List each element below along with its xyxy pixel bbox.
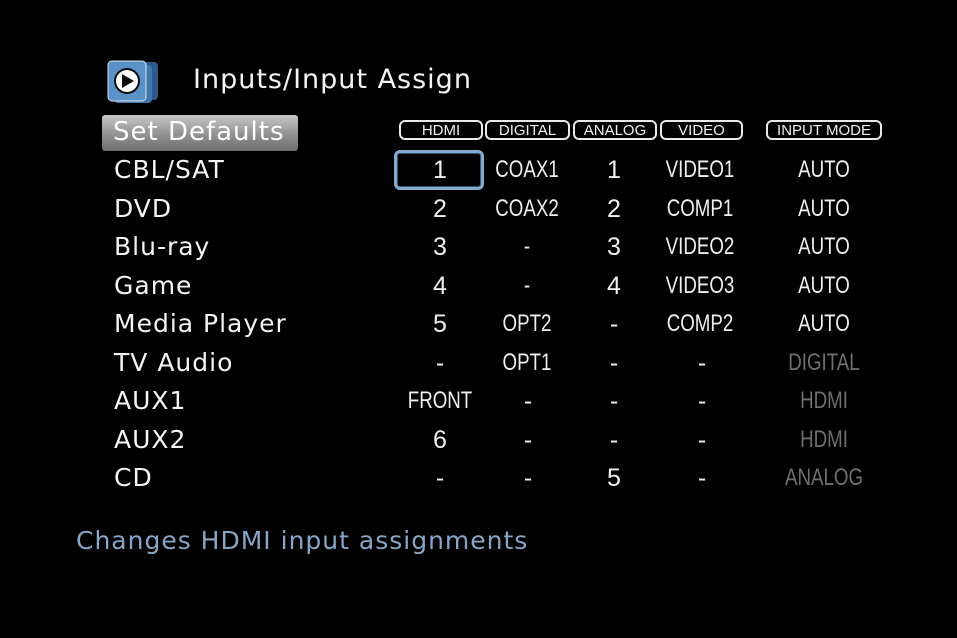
cell-cd-input-mode: ANALOG bbox=[784, 464, 864, 491]
cell-cbl-sat-input-mode[interactable]: AUTO bbox=[777, 155, 871, 185]
cell-aux1-input-mode: HDMI bbox=[800, 387, 848, 414]
cell-dvd-input-mode[interactable]: AUTO bbox=[777, 194, 871, 224]
cell-game-video[interactable]: VIDEO3 bbox=[665, 271, 735, 301]
cell-aux1-video[interactable]: - bbox=[660, 386, 744, 416]
cell-cd-hdmi[interactable]: - bbox=[400, 463, 480, 493]
row-label-cd[interactable]: CD bbox=[114, 463, 153, 493]
cell-aux2-analog[interactable]: - bbox=[572, 425, 656, 455]
column-header-input-mode: INPUT MODE bbox=[766, 120, 882, 140]
cell-media-player-hdmi[interactable]: 5 bbox=[400, 309, 480, 339]
cell-dvd-digital[interactable]: COAX2 bbox=[493, 194, 562, 224]
column-header-analog: ANALOG bbox=[573, 120, 657, 140]
cell-media-player-video[interactable]: COMP2 bbox=[665, 309, 735, 339]
cell-aux2-input-mode: HDMI bbox=[800, 426, 848, 453]
cell-game-input-mode[interactable]: AUTO bbox=[777, 271, 871, 301]
cell-aux1-hdmi[interactable]: FRONT bbox=[405, 386, 475, 416]
cell-game-analog[interactable]: 4 bbox=[572, 271, 656, 301]
cell-aux1-analog[interactable]: - bbox=[572, 386, 656, 416]
cell-aux2-hdmi[interactable]: 6 bbox=[400, 425, 480, 455]
cell-dvd-analog[interactable]: 2 bbox=[572, 194, 656, 224]
cell-dvd-video[interactable]: COMP1 bbox=[665, 194, 735, 224]
cell-game-digital[interactable]: - bbox=[493, 271, 562, 301]
cell-tv-audio-analog[interactable]: - bbox=[572, 348, 656, 378]
cell-game-hdmi[interactable]: 4 bbox=[400, 271, 480, 301]
cell-tv-audio-digital[interactable]: OPT1 bbox=[493, 348, 562, 378]
cell-aux2-video[interactable]: - bbox=[660, 425, 744, 455]
cell-cd-video[interactable]: - bbox=[660, 463, 744, 493]
cell-tv-audio-video[interactable]: - bbox=[660, 348, 744, 378]
cell-dvd-hdmi[interactable]: 2 bbox=[400, 194, 480, 224]
row-label-aux2[interactable]: AUX2 bbox=[114, 425, 186, 455]
cell-media-player-input-mode[interactable]: AUTO bbox=[777, 309, 871, 339]
set-defaults-label: Set Defaults bbox=[113, 117, 285, 147]
cell-cd-digital[interactable]: - bbox=[486, 463, 570, 493]
cell-blu-ray-video[interactable]: VIDEO2 bbox=[665, 232, 735, 262]
row-label-aux1[interactable]: AUX1 bbox=[114, 386, 186, 416]
row-label-cbl-sat[interactable]: CBL/SAT bbox=[114, 155, 225, 185]
cell-blu-ray-input-mode[interactable]: AUTO bbox=[777, 232, 871, 262]
row-label-media-player[interactable]: Media Player bbox=[114, 309, 287, 339]
column-header-hdmi: HDMI bbox=[399, 120, 483, 140]
column-header-video: VIDEO bbox=[660, 120, 743, 140]
cell-cbl-sat-hdmi[interactable]: 1 bbox=[400, 155, 480, 185]
cell-media-player-analog[interactable]: - bbox=[572, 309, 656, 339]
column-header-digital: DIGITAL bbox=[485, 120, 570, 140]
cell-cbl-sat-digital[interactable]: COAX1 bbox=[493, 155, 562, 185]
cell-cbl-sat-analog[interactable]: 1 bbox=[572, 155, 656, 185]
cell-tv-audio-hdmi[interactable]: - bbox=[400, 348, 480, 378]
cell-media-player-digital[interactable]: OPT2 bbox=[493, 309, 562, 339]
cell-blu-ray-digital[interactable]: - bbox=[493, 232, 562, 262]
row-label-game[interactable]: Game bbox=[114, 271, 192, 301]
cell-aux2-digital[interactable]: - bbox=[486, 425, 570, 455]
set-defaults-button[interactable]: Set Defaults bbox=[102, 115, 298, 151]
cell-tv-audio-input-mode: DIGITAL bbox=[788, 349, 860, 376]
cell-aux1-digital[interactable]: - bbox=[486, 386, 570, 416]
page-title: Inputs/Input Assign bbox=[193, 64, 472, 95]
help-text: Changes HDMI input assignments bbox=[76, 526, 529, 555]
row-label-blu-ray[interactable]: Blu-ray bbox=[114, 232, 210, 262]
cell-cd-analog[interactable]: 5 bbox=[572, 463, 656, 493]
cell-cbl-sat-video[interactable]: VIDEO1 bbox=[665, 155, 735, 185]
cell-blu-ray-hdmi[interactable]: 3 bbox=[400, 232, 480, 262]
row-label-tv-audio[interactable]: TV Audio bbox=[114, 348, 233, 378]
cell-blu-ray-analog[interactable]: 3 bbox=[572, 232, 656, 262]
input-assign-arrow-icon bbox=[107, 60, 158, 103]
row-label-dvd[interactable]: DVD bbox=[114, 194, 172, 224]
